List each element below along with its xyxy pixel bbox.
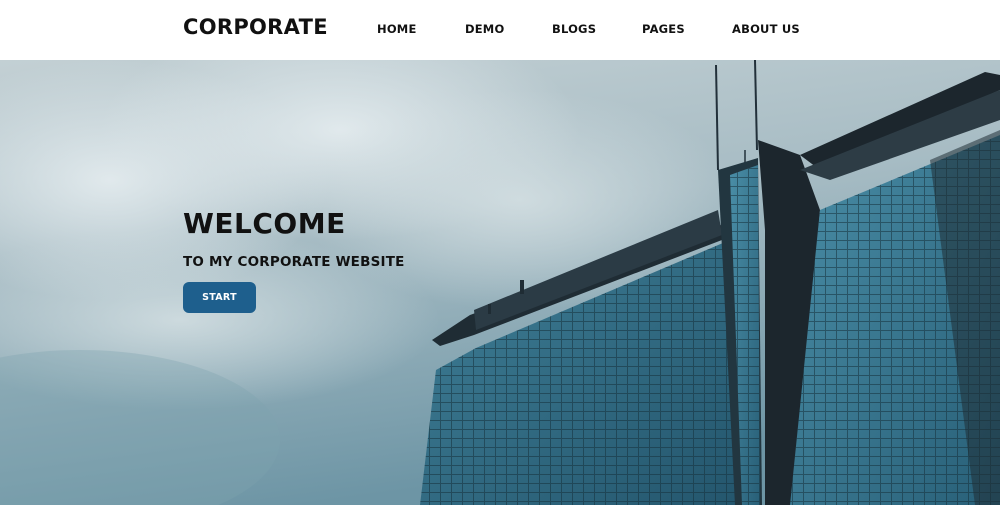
hero-title: WELCOME <box>183 207 346 240</box>
site-logo[interactable]: CORPORATE <box>183 15 328 39</box>
hero-content: WELCOME TO MY CORPORATE WEBSITE START <box>183 207 405 313</box>
top-navigation-bar: CORPORATE HOME DEMO BLOGS PAGES ABOUT US <box>0 0 1000 60</box>
hero-banner: WELCOME TO MY CORPORATE WEBSITE START <box>0 60 1000 505</box>
start-button[interactable]: START <box>183 282 256 313</box>
nav-about-us-link[interactable]: ABOUT US <box>732 22 800 36</box>
nav-blogs-link[interactable]: BLOGS <box>552 22 596 36</box>
nav-pages-link[interactable]: PAGES <box>642 22 685 36</box>
nav-home-link[interactable]: HOME <box>377 22 417 36</box>
hero-background-image <box>0 60 1000 505</box>
hero-subtitle: TO MY CORPORATE WEBSITE <box>183 254 405 270</box>
nav-demo-link[interactable]: DEMO <box>465 22 504 36</box>
